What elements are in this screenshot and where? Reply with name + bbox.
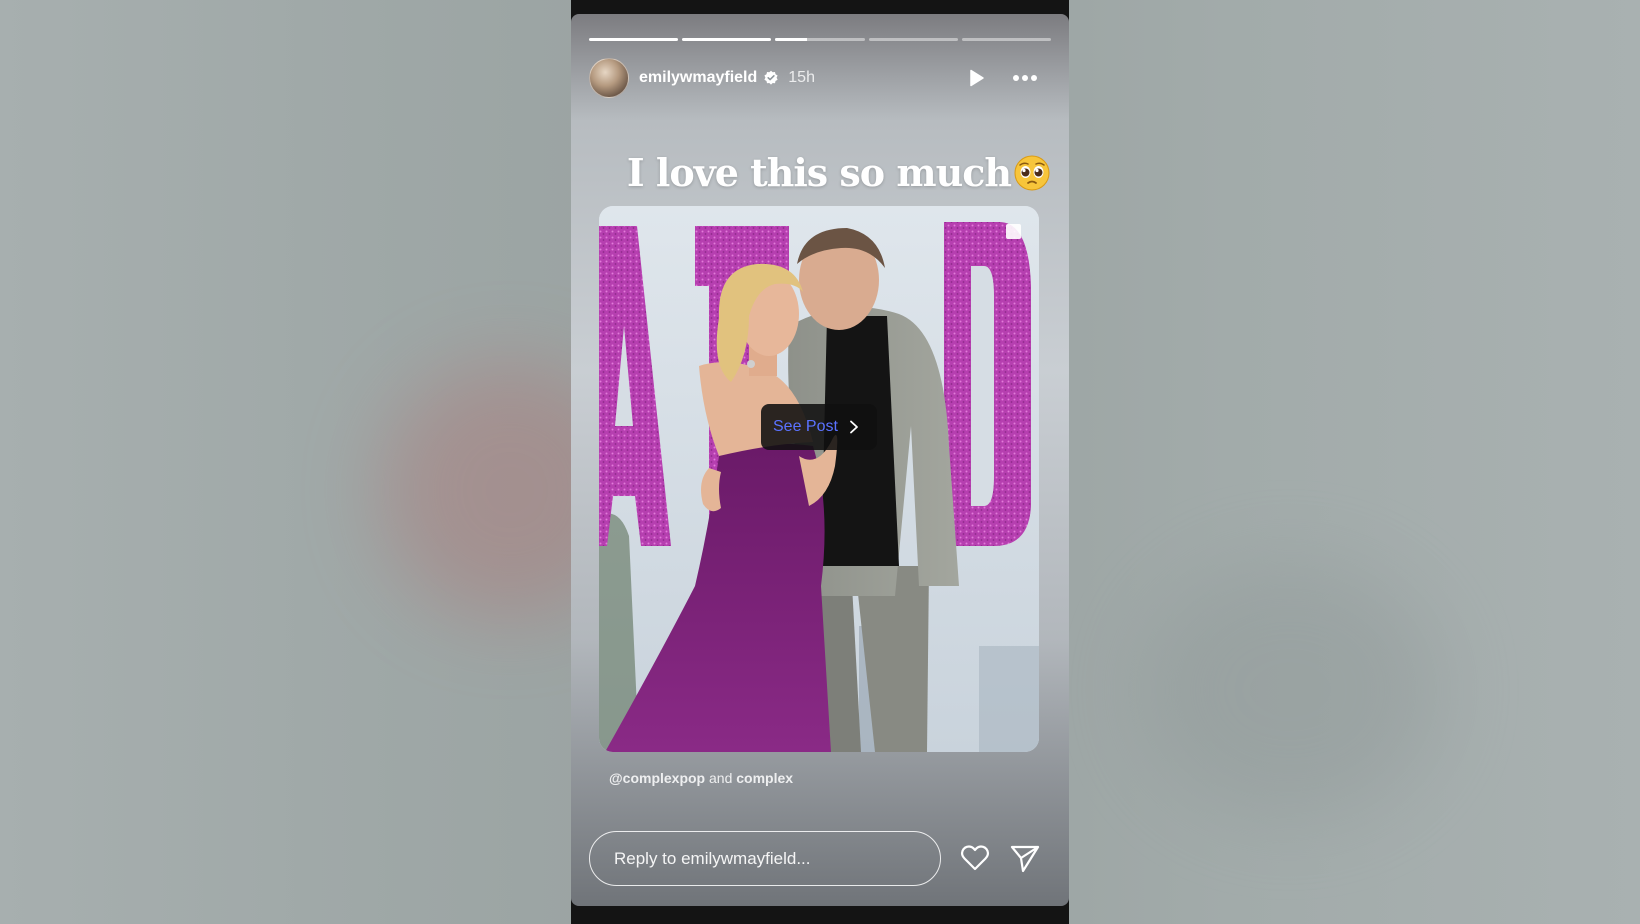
credit-handle[interactable]: @complexpop: [609, 770, 705, 786]
more-options-icon[interactable]: [1011, 67, 1039, 89]
pleading-face-icon: [1014, 155, 1050, 191]
see-post-label: See Post: [773, 418, 838, 435]
see-post-button[interactable]: See Post: [761, 404, 877, 450]
send-icon[interactable]: [1009, 842, 1041, 874]
avatar[interactable]: [589, 58, 629, 98]
progress-segment: [961, 38, 1052, 41]
play-icon[interactable]: [965, 67, 987, 89]
progress-fill: [589, 38, 679, 41]
story-header: emilywmayfield 15h: [589, 58, 1051, 98]
chevron-right-icon: [850, 420, 858, 434]
reply-input[interactable]: [589, 831, 941, 886]
caption-text: I love this so much: [626, 150, 1012, 195]
shared-post-photo: [599, 206, 1039, 752]
heart-icon[interactable]: [959, 842, 991, 874]
story-card[interactable]: emilywmayfield 15h I love this so much S…: [571, 14, 1069, 906]
verified-badge-icon: [764, 70, 778, 85]
shared-post-credit: @complexpop and complex: [609, 770, 793, 786]
shared-post-card[interactable]: See Post: [599, 206, 1039, 752]
backdrop-blur-right: [1140, 560, 1440, 820]
post-corner-marker: [1006, 224, 1021, 239]
credit-joiner: and: [709, 770, 733, 786]
post-timestamp: 15h: [788, 69, 815, 86]
progress-segment: [682, 38, 772, 41]
progress-segment: [589, 38, 679, 41]
progress-fill: [775, 38, 807, 41]
credit-coauthor[interactable]: complex: [736, 770, 793, 786]
story-caption: I love this so much: [571, 150, 1051, 195]
progress-segment: [775, 38, 865, 41]
author-username[interactable]: emilywmayfield: [639, 69, 757, 87]
progress-fill: [682, 38, 772, 41]
progress-segment: [868, 38, 958, 41]
story-progress-bars: [589, 38, 1052, 41]
